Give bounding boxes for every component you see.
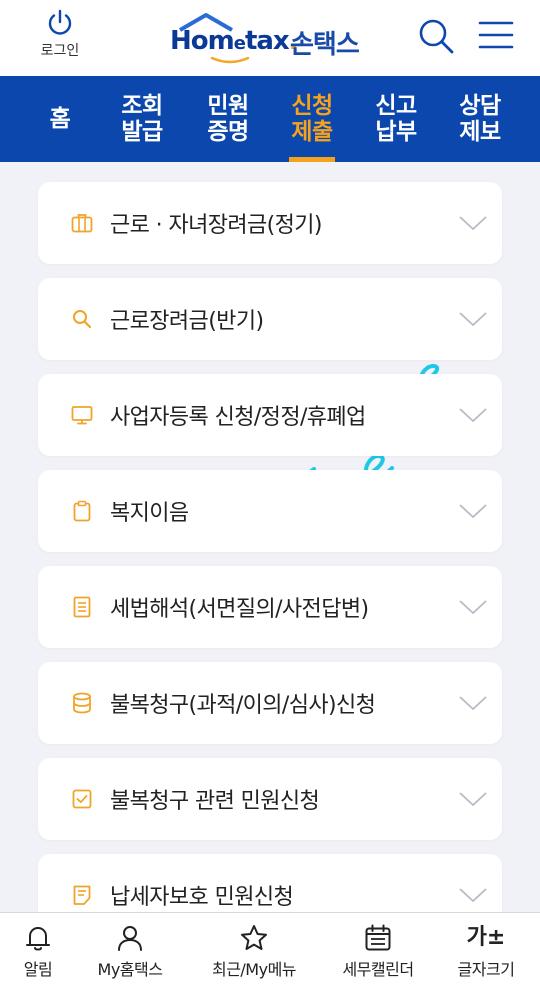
card-title: 불복청구 관련 민원신청 [110, 789, 320, 814]
card-title: 사업자등록 신청/정정/휴폐업 [110, 405, 366, 430]
bottom-nav-font-size[interactable]: 가± 글자크기 [432, 923, 540, 980]
logo-wordmark: Hometax. [170, 26, 299, 56]
briefcase-icon [71, 214, 93, 233]
bottom-nav-label: 글자크기 [457, 960, 515, 979]
nav-item-label: 민원 증명 [207, 93, 249, 145]
search-icon [419, 19, 454, 54]
chevron-down-icon[interactable] [458, 210, 488, 236]
login-label: 로그인 [40, 43, 80, 59]
card-earned-incentive-half[interactable]: 근로장려금(반기) [38, 278, 502, 360]
calendar-icon [365, 924, 391, 951]
logo-swoosh-icon [210, 56, 250, 64]
top-header: 로그인 Hometax. 손택스 [0, 0, 540, 76]
hamburger-icon [478, 21, 514, 49]
chevron-down-icon[interactable] [458, 882, 488, 908]
nav-item-label: 조회 발급 [121, 93, 163, 145]
hamburger-menu-button[interactable] [476, 16, 516, 56]
search-button[interactable] [416, 16, 456, 56]
card-title: 근로장려금(반기) [110, 309, 264, 334]
chevron-down-icon[interactable] [458, 402, 488, 428]
logo-korean: 손택스 [290, 30, 360, 60]
checkbox-icon [72, 789, 92, 809]
card-title: 납세자보호 민원신청 [110, 885, 294, 910]
document-icon [73, 596, 91, 618]
nav-item-label: 신청 제출 [291, 93, 333, 145]
bottom-nav-label: 세무캘린더 [342, 960, 414, 979]
card-welfare-connect[interactable]: 복지이음 [38, 470, 502, 552]
user-icon [118, 926, 142, 951]
card-title: 복지이음 [110, 501, 189, 526]
monitor-icon [71, 406, 93, 425]
main-nav: 홈 조회 발급 민원 증명 신청 제출 신고 납부 상담 제보 [0, 76, 540, 162]
search-icon [73, 310, 92, 329]
card-title: 불복청구(과적/이의/심사)신청 [110, 693, 376, 718]
chevron-down-icon[interactable] [458, 594, 488, 620]
card-earned-child-incentive[interactable]: 근로 · 자녀장려금(정기) [38, 182, 502, 264]
nav-item-label: 신고 납부 [375, 93, 417, 145]
nav-item-report-pay[interactable]: 신고 납부 [366, 76, 426, 162]
nav-item-inquiry[interactable]: 조회 발급 [112, 76, 172, 162]
chevron-down-icon[interactable] [458, 786, 488, 812]
bottom-nav-label: My홈택스 [97, 960, 163, 979]
star-icon [241, 925, 267, 950]
bottom-nav-my-hometax[interactable]: My홈택스 [76, 923, 184, 980]
bottom-nav-tax-calendar[interactable]: 세무캘린더 [324, 923, 432, 980]
nav-item-home[interactable]: 홈 [30, 76, 90, 162]
clipboard-icon [73, 500, 91, 522]
login-button[interactable]: 로그인 [30, 8, 90, 60]
card-appeal-request[interactable]: 불복청구(과적/이의/심사)신청 [38, 662, 502, 744]
card-appeal-civil-request[interactable]: 불복청구 관련 민원신청 [38, 758, 502, 840]
hometax-logo[interactable]: Hometax. 손택스 [170, 12, 380, 64]
nav-item-label: 홈 [49, 106, 71, 132]
nav-item-consult-report[interactable]: 상담 제보 [450, 76, 510, 162]
nav-item-label: 상담 제보 [459, 93, 501, 145]
chevron-down-icon[interactable] [458, 498, 488, 524]
bottom-nav-label: 최근/My메뉴 [211, 960, 297, 979]
card-title: 근로 · 자녀장려금(정기) [110, 213, 323, 238]
nav-item-civil-cert[interactable]: 민원 증명 [198, 76, 258, 162]
card-tax-law-interpretation[interactable]: 세법해석(서면질의/사전답변) [38, 566, 502, 648]
bottom-nav: 알림 My홈택스 최근/My메뉴 세무캘린더 가± 글자크기 [0, 912, 540, 990]
card-business-registration[interactable]: 사업자등록 신청/정정/휴폐업 [38, 374, 502, 456]
bell-icon [26, 927, 50, 951]
chevron-down-icon[interactable] [458, 690, 488, 716]
database-icon [73, 692, 91, 714]
card-title: 세법해석(서면질의/사전답변) [110, 597, 369, 622]
nav-item-apply-submit[interactable]: 신청 제출 [282, 76, 342, 162]
power-icon [48, 9, 72, 35]
chevron-down-icon[interactable] [458, 306, 488, 332]
font-size-icon: 가± [466, 925, 506, 950]
menu-card-list: 근로 · 자녀장려금(정기) 근로장려금(반기) 사업자등록 신청/정정/휴폐업 [0, 162, 540, 912]
bottom-nav-recent-menu[interactable]: 최근/My메뉴 [200, 923, 308, 980]
note-icon [73, 885, 91, 905]
card-taxpayer-protection[interactable]: 납세자보호 민원신청 [38, 854, 502, 912]
